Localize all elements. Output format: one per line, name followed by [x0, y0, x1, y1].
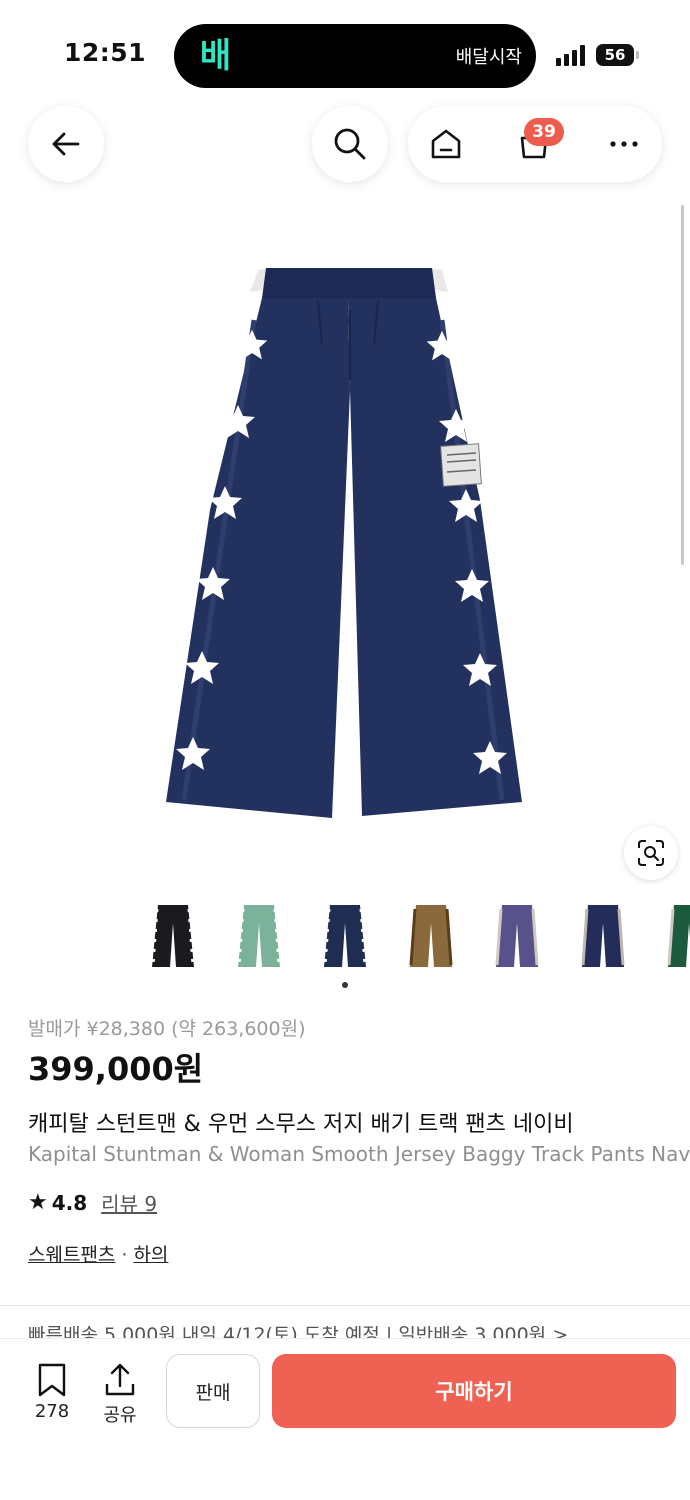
status-bar: 12:51 배 배달시작 56	[0, 0, 690, 100]
product-title-en: Kapital Stuntman & Woman Smooth Jersey B…	[28, 1142, 690, 1166]
pants-thumbnail-icon	[667, 905, 690, 967]
pants-thumbnail-icon	[409, 905, 453, 967]
signal-icon	[556, 44, 588, 66]
rating-row: ★ 4.8 리뷰 9	[28, 1188, 157, 1217]
color-thumbnail-mint[interactable]	[226, 896, 292, 976]
share-icon	[105, 1363, 135, 1396]
breadcrumb: 스웨트팬츠 · 하의	[28, 1240, 168, 1267]
baemin-logo-icon: 배	[199, 36, 231, 76]
home-icon	[431, 129, 461, 159]
cart-count-badge: 39	[524, 118, 564, 146]
battery-icon: 56	[596, 44, 634, 66]
category-link-bottoms[interactable]: 하의	[133, 1244, 168, 1266]
buy-button[interactable]: 구매하기	[272, 1354, 676, 1428]
pants-thumbnail-icon	[151, 905, 195, 967]
arrow-left-icon	[52, 132, 80, 156]
wishlist-button[interactable]: 278	[24, 1361, 80, 1422]
dynamic-island[interactable]: 배 배달시작	[174, 24, 536, 88]
wishlist-count: 278	[34, 1401, 70, 1422]
image-search-button[interactable]	[624, 826, 678, 880]
search-icon	[334, 128, 366, 160]
product-image[interactable]	[150, 250, 540, 830]
bookmark-icon	[38, 1363, 66, 1397]
track-pants-image	[166, 268, 522, 818]
review-link[interactable]: 리뷰 9	[101, 1188, 157, 1217]
category-separator: ·	[121, 1244, 128, 1266]
more-icon	[610, 141, 638, 147]
color-thumbnail-navy-stripe[interactable]	[570, 896, 636, 976]
color-thumbnail-leopard[interactable]	[398, 896, 464, 976]
product-price: 399,000원	[28, 1050, 204, 1088]
product-title-kr: 캐피탈 스턴트맨 & 우먼 스무스 저지 배기 트랙 팬츠 네이비	[28, 1112, 574, 1137]
launch-price: 발매가 ¥28,380 (약 263,600원)	[28, 1018, 306, 1040]
back-button[interactable]	[28, 106, 104, 182]
pants-thumbnail-icon	[581, 905, 625, 967]
divider	[0, 1305, 690, 1306]
search-button[interactable]	[312, 106, 388, 182]
scrollbar[interactable]	[681, 205, 684, 565]
bottom-action-bar: 278 공유 판매 구매하기	[0, 1338, 690, 1500]
color-thumbnails	[140, 896, 690, 976]
page-indicator-dot	[342, 982, 348, 988]
rating-score: 4.8	[51, 1190, 88, 1215]
share-button[interactable]: 공유	[92, 1361, 148, 1427]
color-thumbnail-green[interactable]	[656, 896, 690, 976]
pants-thumbnail-icon	[237, 905, 281, 967]
battery-nub	[636, 51, 639, 59]
pants-thumbnail-icon	[495, 905, 539, 967]
star-icon: ★	[28, 1190, 48, 1215]
more-button[interactable]	[604, 124, 644, 164]
pants-thumbnail-icon	[323, 905, 367, 967]
category-link-sweatpants[interactable]: 스웨트팬츠	[28, 1244, 115, 1266]
home-button[interactable]	[426, 124, 466, 164]
island-delivery-text: 배달시작	[455, 47, 522, 68]
lens-scan-icon	[638, 840, 664, 866]
share-label: 공유	[103, 1405, 137, 1426]
color-thumbnail-purple[interactable]	[484, 896, 550, 976]
color-thumbnail-navy[interactable]	[312, 896, 378, 976]
sell-button[interactable]: 판매	[166, 1354, 260, 1428]
status-time: 12:51	[64, 38, 147, 67]
color-thumbnail-black[interactable]	[140, 896, 206, 976]
